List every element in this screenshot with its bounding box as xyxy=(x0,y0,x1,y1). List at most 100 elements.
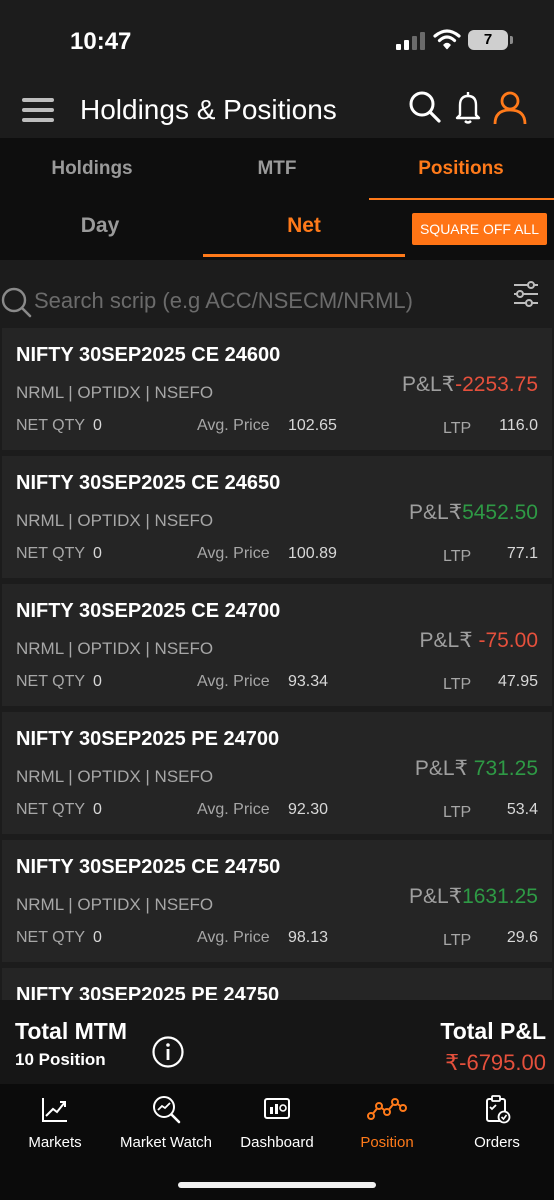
ltp-label: LTP xyxy=(443,932,472,949)
position-card[interactable]: NIFTY 30SEP2025 CE 24750 NRML | OPTIDX |… xyxy=(2,840,552,962)
ltp-value: 47.95 xyxy=(497,673,538,690)
tab-day[interactable]: Day xyxy=(0,214,200,238)
nav-label: Market Watch xyxy=(120,1134,212,1151)
battery-indicator: 7 xyxy=(468,30,513,50)
status-bar: 10:47 7 xyxy=(0,0,554,76)
page-title: Holdings & Positions xyxy=(80,94,337,125)
pnl-value: -2253.75 xyxy=(455,373,538,396)
avg-price-value: 102.65 xyxy=(288,417,337,434)
search-input[interactable]: Search scrip (e.g ACC/NSECM/NRML) xyxy=(34,288,413,314)
sub-tabs: Day Net SQUARE OFF ALL xyxy=(0,200,554,260)
info-icon[interactable] xyxy=(151,1035,185,1069)
ltp-label: LTP xyxy=(443,420,472,437)
position-name: NIFTY 30SEP2025 CE 24700 xyxy=(16,600,281,622)
position-pnl: P&L₹-2253.75 xyxy=(402,373,538,396)
active-subtab-underline xyxy=(203,254,405,257)
tab-mtf[interactable]: MTF xyxy=(185,158,369,180)
search-bar: Search scrip (e.g ACC/NSECM/NRML) xyxy=(0,278,554,328)
position-meta: NRML | OPTIDX | NSEFO xyxy=(16,511,214,530)
position-name: NIFTY 30SEP2025 CE 24600 xyxy=(16,344,281,366)
avg-price-label: Avg. Price xyxy=(197,417,270,434)
nav-market-watch[interactable]: Market Watch xyxy=(111,1094,221,1151)
net-qty-label: NET QTY xyxy=(16,929,86,946)
status-time: 10:47 xyxy=(70,28,132,55)
tab-positions[interactable]: Positions xyxy=(369,158,553,180)
position-name: NIFTY 30SEP2025 CE 24750 xyxy=(16,856,281,878)
avg-price-value: 93.34 xyxy=(288,673,329,690)
tab-holdings[interactable]: Holdings xyxy=(0,158,184,180)
search-icon xyxy=(1,287,32,318)
position-meta: NRML | OPTIDX | NSEFO xyxy=(16,767,214,786)
square-off-all-button[interactable]: SQUARE OFF ALL xyxy=(412,213,547,245)
nav-label: Dashboard xyxy=(240,1134,314,1151)
cellular-signal-icon xyxy=(396,32,425,50)
bell-icon[interactable] xyxy=(449,88,487,126)
nav-label: Orders xyxy=(474,1134,520,1151)
filter-icon[interactable] xyxy=(512,280,540,308)
market-watch-icon xyxy=(153,1096,181,1124)
avg-price-value: 92.30 xyxy=(288,801,329,818)
position-name: NIFTY 30SEP2025 CE 24650 xyxy=(16,472,281,494)
position-pnl: P&L₹ -75.00 xyxy=(419,629,538,652)
nav-orders[interactable]: Orders xyxy=(442,1094,552,1151)
pnl-value: -75.00 xyxy=(478,629,538,652)
position-name: NIFTY 30SEP2025 PE 24700 xyxy=(16,728,280,750)
nav-label: Position xyxy=(360,1134,414,1151)
ltp-value: 53.4 xyxy=(506,801,538,818)
ltp-value: 77.1 xyxy=(506,545,538,562)
ltp-value: 29.6 xyxy=(506,929,538,946)
position-card[interactable]: NIFTY 30SEP2025 CE 24600 NRML | OPTIDX |… xyxy=(2,328,552,450)
avg-price-label: Avg. Price xyxy=(197,801,270,818)
tab-net[interactable]: Net xyxy=(204,214,404,238)
total-pnl-value: ₹-6795.00 xyxy=(445,1050,546,1075)
avg-price-value: 100.89 xyxy=(288,545,337,562)
app-bar: Holdings & Positions xyxy=(0,76,554,138)
home-indicator xyxy=(178,1182,376,1188)
net-qty-value: 0 xyxy=(93,545,102,562)
avg-price-value: 98.13 xyxy=(288,929,329,946)
avg-price-label: Avg. Price xyxy=(197,929,270,946)
total-pnl-label: Total P&L xyxy=(440,1018,546,1044)
position-count: 10 Position xyxy=(15,1050,106,1069)
markets-icon xyxy=(42,1098,67,1122)
net-qty-value: 0 xyxy=(93,929,102,946)
wifi-icon xyxy=(433,29,461,50)
nav-position[interactable]: Position xyxy=(332,1094,442,1151)
search-icon[interactable] xyxy=(406,88,444,126)
position-card[interactable]: NIFTY 30SEP2025 PE 24700 NRML | OPTIDX |… xyxy=(2,712,552,834)
net-qty-value: 0 xyxy=(93,801,102,818)
main-tabs: Holdings MTF Positions xyxy=(0,138,554,200)
ltp-label: LTP xyxy=(443,804,472,821)
position-card[interactable]: NIFTY 30SEP2025 CE 24700 NRML | OPTIDX |… xyxy=(2,584,552,706)
totals-footer: Total MTM 10 Position Total P&L ₹-6795.0… xyxy=(0,1000,554,1084)
pnl-value: 5452.50 xyxy=(462,501,538,524)
position-meta: NRML | OPTIDX | NSEFO xyxy=(16,895,214,914)
net-qty-label: NET QTY xyxy=(16,417,86,434)
ltp-value: 116.0 xyxy=(499,417,538,434)
nav-markets[interactable]: Markets xyxy=(0,1094,110,1151)
position-meta: NRML | OPTIDX | NSEFO xyxy=(16,383,214,402)
orders-icon xyxy=(486,1095,511,1124)
bottom-navigation: Markets Market Watch Dashboard Position xyxy=(0,1084,554,1200)
ltp-label: LTP xyxy=(443,548,472,565)
nav-label: Markets xyxy=(28,1134,82,1151)
position-card[interactable]: NIFTY 30SEP2025 CE 24650 NRML | OPTIDX |… xyxy=(2,456,552,578)
position-icon xyxy=(367,1098,407,1120)
position-pnl: P&L₹5452.50 xyxy=(409,501,538,524)
pnl-value: 1631.25 xyxy=(462,885,538,908)
net-qty-label: NET QTY xyxy=(16,673,86,690)
menu-icon[interactable] xyxy=(22,98,54,126)
profile-icon[interactable] xyxy=(491,88,529,126)
pnl-value: 731.25 xyxy=(473,757,538,780)
net-qty-value: 0 xyxy=(93,673,102,690)
position-pnl: P&L₹ 731.25 xyxy=(414,757,538,780)
total-mtm-label: Total MTM xyxy=(15,1018,127,1044)
ltp-label: LTP xyxy=(443,676,472,693)
dashboard-icon xyxy=(264,1098,290,1119)
position-meta: NRML | OPTIDX | NSEFO xyxy=(16,639,214,658)
net-qty-value: 0 xyxy=(93,417,102,434)
net-qty-label: NET QTY xyxy=(16,545,86,562)
position-pnl: P&L₹1631.25 xyxy=(409,885,538,908)
net-qty-label: NET QTY xyxy=(16,801,86,818)
nav-dashboard[interactable]: Dashboard xyxy=(222,1094,332,1151)
